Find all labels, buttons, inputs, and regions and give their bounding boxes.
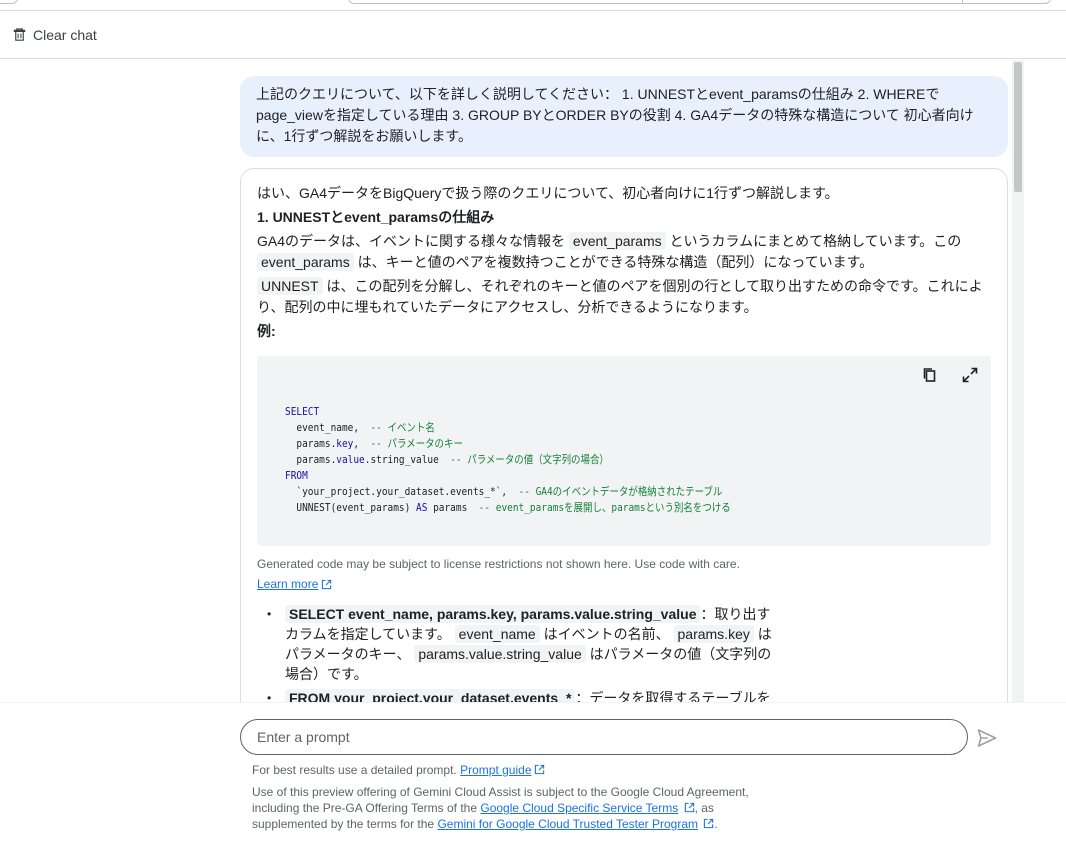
trusted-tester-link[interactable]: Gemini for Google Cloud Trusted Tester P… — [437, 817, 698, 831]
external-link-icon — [322, 579, 332, 589]
terms-text: Use of this preview offering of Gemini C… — [252, 785, 749, 831]
service-terms-link[interactable]: Google Cloud Specific Service Terms — [480, 801, 678, 815]
user-message-bubble: 上記のクエリについて、以下を詳しく説明してください： 1. UNNESTとeve… — [240, 76, 1008, 157]
response-heading-1: 1. UNNESTとevent_paramsの仕組み — [257, 209, 495, 225]
response-intro: はい、GA4データをBigQueryで扱う際のクエリについて、初心者向けに1行ず… — [257, 185, 839, 201]
clear-chat-label: Clear chat — [33, 26, 97, 43]
code-content: SELECT event_name, -- イベント名 params.key, … — [285, 405, 731, 514]
response-paragraph-1: GA4のデータは、イベントに関する様々な情報を event_params という… — [257, 232, 962, 271]
external-link-icon — [684, 802, 694, 813]
top-toolbar-strip — [0, 0, 1066, 11]
top-search-divider — [962, 0, 963, 3]
user-message-text: 上記のクエリについて、以下を詳しく説明してください： 1. UNNESTとeve… — [256, 86, 974, 144]
prompt-area: For best results use a detailed prompt. … — [0, 702, 1066, 865]
prompt-guide-link[interactable]: Prompt guide — [460, 763, 531, 777]
prompt-input[interactable] — [240, 719, 968, 755]
example-label: 例: — [257, 323, 276, 339]
list-item: SELECT event_name, params.key, params.va… — [265, 604, 773, 684]
inline-code: event_params — [568, 232, 666, 250]
chat-header: Clear chat — [0, 11, 1066, 59]
external-link-icon — [534, 764, 544, 775]
copy-icon[interactable] — [921, 366, 939, 384]
chat-scroll-area[interactable]: 上記のクエリについて、以下を詳しく説明してください： 1. UNNESTとeve… — [0, 60, 1024, 702]
prompt-hint: For best results use a detailed prompt. … — [252, 762, 545, 778]
code-block: SELECT event_name, -- イベント名 params.key, … — [257, 356, 991, 546]
response-paragraph-2: UNNEST は、この配列を分解し、それぞれのキーと値のペアを個別の行として取り… — [257, 277, 983, 315]
code-actions — [921, 366, 979, 384]
top-search-box[interactable] — [348, 0, 1051, 4]
learn-more-link[interactable]: Learn more — [257, 576, 332, 592]
code-disclaimer: Generated code may be subject to license… — [257, 557, 740, 571]
explanation-list: SELECT event_name, params.key, params.va… — [265, 604, 773, 702]
top-left-control[interactable] — [0, 0, 18, 4]
send-icon[interactable] — [976, 727, 998, 749]
expand-icon[interactable] — [961, 366, 979, 384]
trash-icon — [13, 28, 26, 41]
inline-code: event_params — [257, 253, 354, 271]
external-link-icon — [704, 818, 714, 829]
inline-code: UNNEST — [257, 277, 323, 295]
chat-scrollbar-thumb[interactable] — [1014, 62, 1022, 192]
clear-chat-button[interactable]: Clear chat — [12, 27, 97, 43]
list-item: FROM your_project.your_dataset.events_*：… — [265, 688, 773, 702]
assistant-response-card: はい、GA4データをBigQueryで扱う際のクエリについて、初心者向けに1行ず… — [240, 168, 1008, 702]
